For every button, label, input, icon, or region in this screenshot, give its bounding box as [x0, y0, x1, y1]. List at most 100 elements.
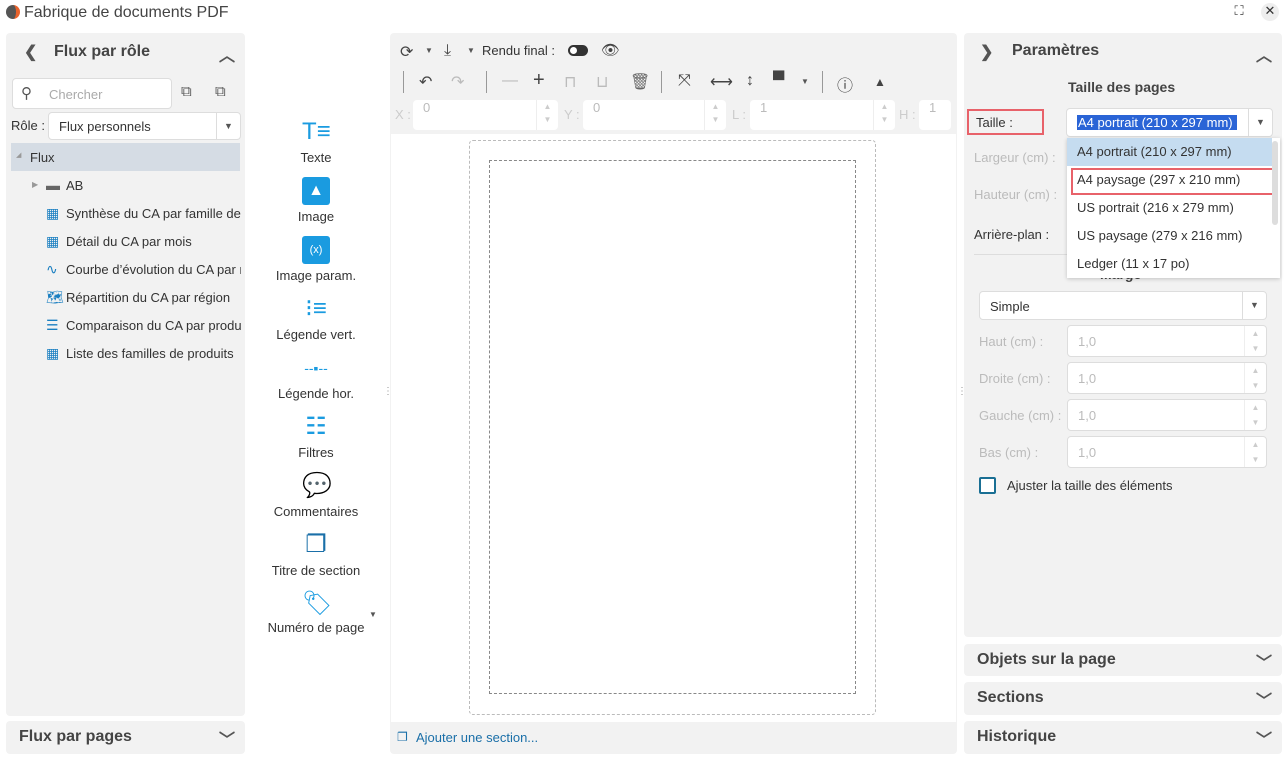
objets-panel[interactable]: Objets sur la page ﹀: [964, 644, 1282, 676]
palette-commentaires[interactable]: 💬 Commentaires: [250, 472, 382, 519]
palette-label: Légende hor.: [278, 386, 354, 401]
dropdown-icon[interactable]: ▼: [801, 77, 809, 86]
dropdown-icon[interactable]: ▼: [467, 46, 475, 55]
palette-filtres[interactable]: ☷ Filtres: [250, 413, 382, 460]
size-select[interactable]: A4 portrait (210 x 297 mm) ▼: [1066, 108, 1273, 137]
expanded-icon: ◢: [16, 152, 22, 159]
chevron-down-icon[interactable]: ﹀: [1256, 687, 1272, 711]
collapsed-icon[interactable]: ▶: [32, 180, 38, 189]
final-render-toggle[interactable]: [568, 45, 588, 56]
palette-image-param[interactable]: (x) Image param.: [250, 236, 382, 283]
historique-panel[interactable]: Historique ﹀: [964, 721, 1282, 754]
margin-bottom-input[interactable]: 1,0 ▲ ▼: [1067, 436, 1267, 468]
tree-item-label: Détail du CA par mois: [66, 234, 192, 249]
tree-item[interactable]: ∿ Courbe d’évolution du CA par mois: [46, 261, 241, 281]
palette-numero-page[interactable]: 🏷 Numéro de page: [250, 592, 382, 636]
grid-icon: ▦: [46, 345, 60, 361]
refresh-icon[interactable]: ⟳: [400, 42, 413, 62]
chevron-down-icon[interactable]: ﹀: [1256, 649, 1272, 673]
spinner[interactable]: ▲ ▼: [1244, 400, 1266, 430]
tree-item[interactable]: ▦ Synthèse du CA par famille de produits: [46, 205, 241, 225]
chevron-up-icon[interactable]: ︿: [1256, 42, 1272, 66]
x-input[interactable]: 0 ▲ ▼: [413, 100, 558, 130]
scroll-down-icon[interactable]: ▼: [369, 610, 377, 619]
size-option[interactable]: US portrait (216 x 279 mm): [1067, 194, 1272, 222]
horizontal-legend-icon: ‑‑▪‑‑: [304, 360, 328, 376]
l-input[interactable]: 1 ▲ ▼: [750, 100, 895, 130]
section-title-icon: ❐: [305, 531, 327, 558]
filter-icon: ☷: [305, 413, 327, 440]
chevron-up-icon[interactable]: ︿: [219, 42, 235, 66]
size-option[interactable]: A4 portrait (210 x 297 mm): [1067, 138, 1272, 166]
map-icon: 🗺: [46, 289, 64, 305]
tree-root[interactable]: ◢ Flux: [11, 143, 240, 171]
tree-item[interactable]: ☰ Comparaison du CA par produit: [46, 317, 241, 337]
layout-icon[interactable]: ▀: [773, 72, 784, 90]
margin-left-input[interactable]: 1,0 ▲ ▼: [1067, 399, 1267, 431]
collapse-toolbar-icon[interactable]: ▲: [874, 75, 886, 89]
tree-item[interactable]: 🗺 Répartition du CA par région: [46, 289, 241, 309]
spinner[interactable]: ▲ ▼: [1244, 437, 1266, 467]
spinner[interactable]: ▲ ▼: [704, 100, 726, 130]
close-icon[interactable]: ✕: [1261, 3, 1279, 21]
adjust-label: Ajuster la taille des éléments: [1007, 478, 1173, 493]
fit-width-icon[interactable]: ⟷: [710, 72, 733, 92]
sections-panel[interactable]: Sections ﹀: [964, 682, 1282, 715]
move-up-icon[interactable]: ⊓: [564, 72, 576, 92]
move-down-icon[interactable]: ⊔: [596, 72, 608, 92]
palette-image[interactable]: ▲ Image: [250, 177, 382, 224]
fit-icon[interactable]: ⤧: [678, 72, 691, 90]
expand-all-icon[interactable]: ⧉: [181, 83, 192, 100]
chevron-down-icon[interactable]: ﹀: [219, 726, 235, 750]
add-section-link[interactable]: Ajouter une section...: [416, 730, 538, 745]
trash-icon[interactable]: 🗑: [630, 72, 650, 92]
flux-par-role-panel: ❮ Flux par rôle ︿ ⚲ Chercher ⧉ ⧉ Rôle : …: [6, 33, 245, 716]
folder-icon: ▬: [46, 177, 60, 193]
redo-icon[interactable]: ↷: [451, 72, 464, 92]
x-label: X :: [395, 107, 411, 122]
tree-item-folder[interactable]: ▬ AB: [46, 177, 241, 197]
size-option[interactable]: Ledger (11 x 17 po): [1067, 250, 1272, 278]
dropdown-icon[interactable]: ▼: [425, 46, 433, 55]
adjust-checkbox[interactable]: [979, 477, 996, 494]
chevron-left-icon[interactable]: ❮: [24, 42, 37, 62]
chevron-down-icon[interactable]: ﹀: [1256, 726, 1272, 750]
scrollbar[interactable]: [1272, 141, 1278, 225]
height-label: Hauteur (cm) :: [974, 187, 1058, 202]
section-title: Taille des pages: [1068, 79, 1176, 95]
plus-icon[interactable]: +: [533, 69, 545, 92]
undo-icon[interactable]: ↶: [419, 72, 432, 92]
palette-texte[interactable]: T≡ Texte: [250, 118, 382, 165]
minus-icon[interactable]: —: [502, 72, 518, 90]
margin-type-select[interactable]: Simple ▼: [979, 291, 1267, 320]
role-select[interactable]: Flux personnels ▼: [48, 112, 241, 140]
help-icon[interactable]: ⓘ: [837, 72, 853, 96]
margin-left-label: Gauche (cm) :: [979, 408, 1062, 423]
palette-titre-section[interactable]: ❐ Titre de section: [250, 531, 382, 578]
fit-height-icon[interactable]: ↕: [746, 72, 754, 90]
margin-top-input[interactable]: 1,0 ▲ ▼: [1067, 325, 1267, 357]
spinner[interactable]: ▲ ▼: [1244, 326, 1266, 356]
h-input[interactable]: 1: [919, 100, 951, 130]
palette-legende-hor[interactable]: ‑‑▪‑‑ Légende hor.: [250, 354, 382, 401]
palette-label: Légende vert.: [276, 327, 356, 342]
tree-item[interactable]: ▦ Détail du CA par mois: [46, 233, 241, 253]
y-input[interactable]: 0 ▲ ▼: [583, 100, 726, 130]
tree-item[interactable]: ▦ Liste des familles de produits: [46, 345, 241, 365]
spinner[interactable]: ▲ ▼: [873, 100, 895, 130]
spinner[interactable]: ▲ ▼: [536, 100, 558, 130]
collapse-all-icon[interactable]: ⧉: [215, 83, 226, 100]
chevron-down-icon: ▼: [216, 113, 240, 139]
download-icon[interactable]: ⤓: [444, 42, 451, 60]
panel-title: Objets sur la page: [977, 651, 1116, 668]
search-input[interactable]: ⚲ Chercher: [12, 78, 172, 109]
size-option[interactable]: US paysage (279 x 216 mm): [1067, 222, 1272, 250]
margin-right-input[interactable]: 1,0 ▲ ▼: [1067, 362, 1267, 394]
maximize-icon[interactable]: ⛶: [1230, 3, 1248, 21]
palette-legende-vert[interactable]: ⁝≡ Légende vert.: [250, 295, 382, 342]
tree-item-label: Liste des familles de produits: [66, 346, 234, 361]
eye-icon[interactable]: 👁: [601, 41, 620, 59]
flux-par-pages-panel[interactable]: Flux par pages ﹀: [6, 721, 245, 754]
chevron-right-icon[interactable]: ❯: [980, 42, 993, 62]
spinner[interactable]: ▲ ▼: [1244, 363, 1266, 393]
